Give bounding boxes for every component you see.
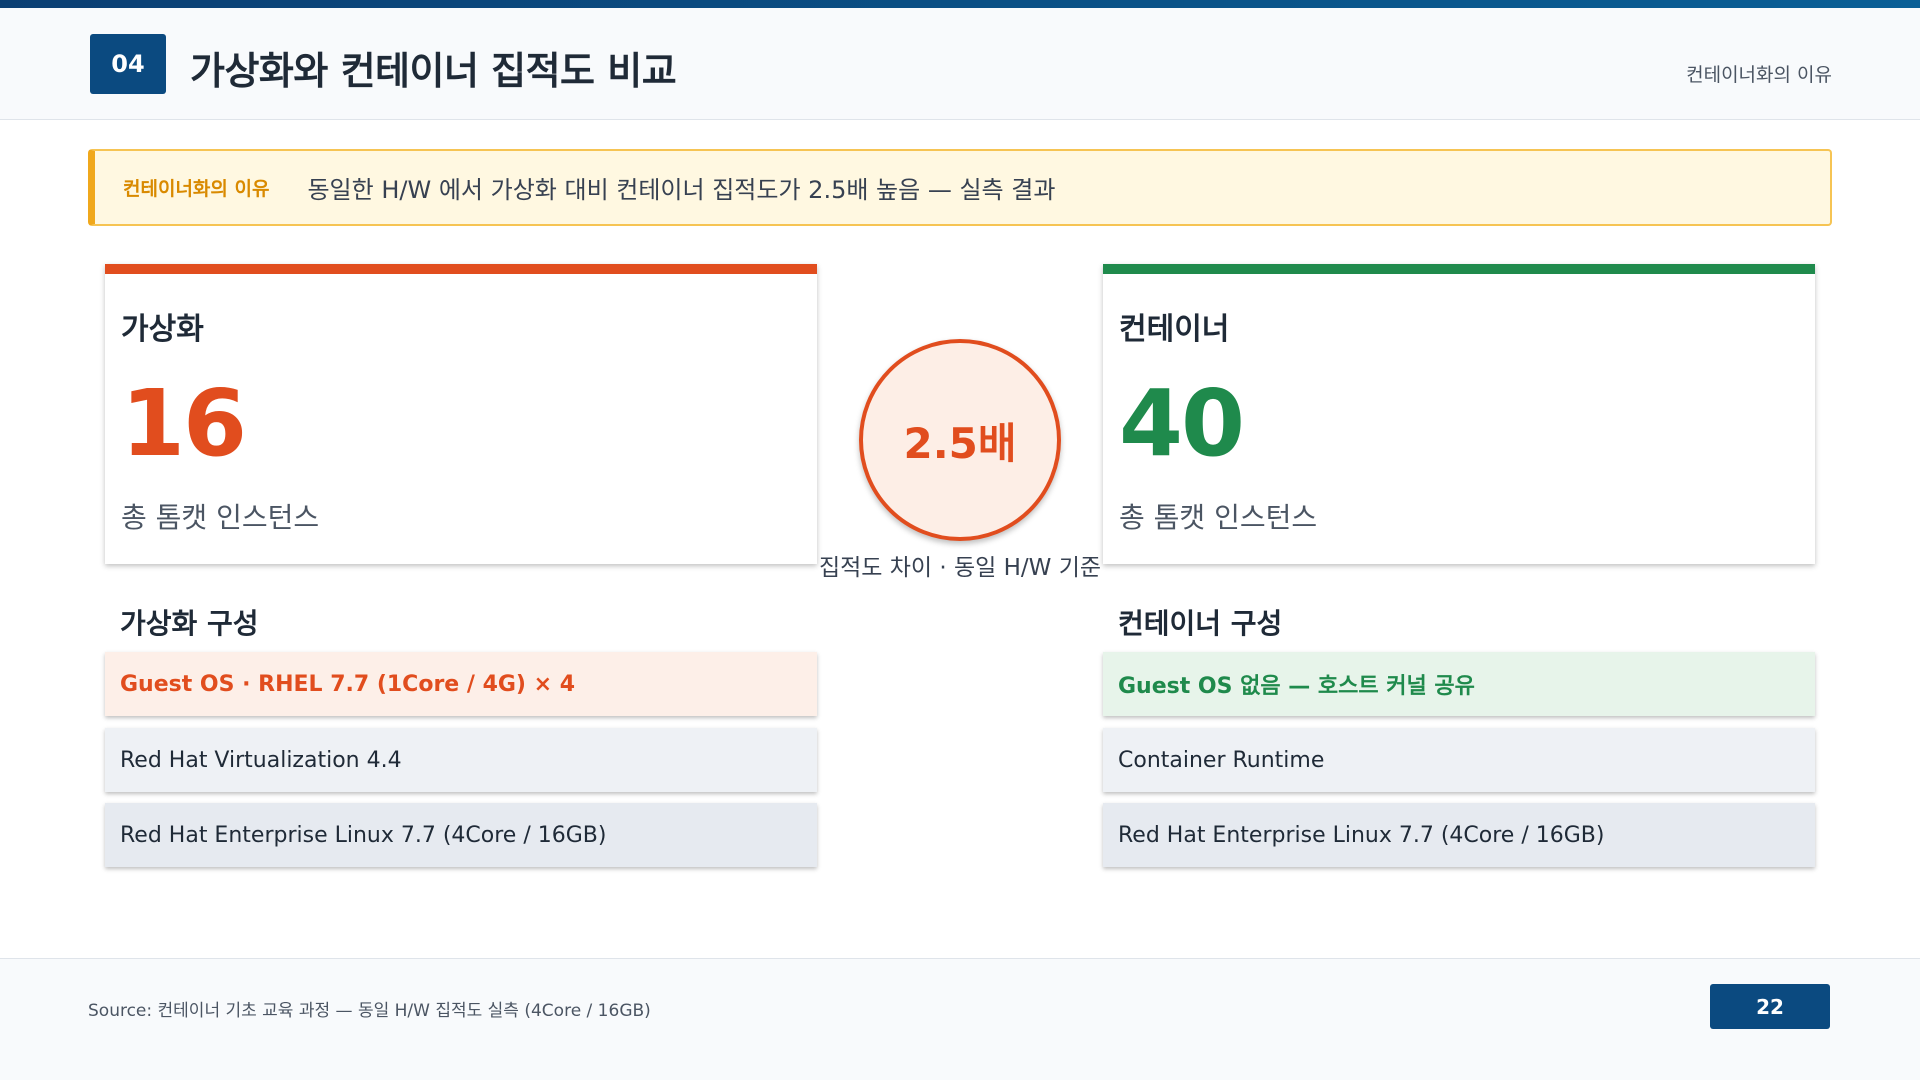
density-ratio-circle: 2.5배 [859,339,1061,541]
callout-text: 동일한 H/W 에서 가상화 대비 컨테이너 집적도가 2.5배 높음 — 실측… [307,176,1056,204]
slide-header: 04 가상화와 컨테이너 집적도 비교 컨테이너화의 이유 [0,8,1920,120]
slide-footer: Source: 컨테이너 기초 교육 과정 — 동일 H/W 집적도 실측 (4… [0,958,1920,1080]
page-title: 가상화와 컨테이너 집적도 비교 [190,49,677,93]
section-number-badge: 04 [90,34,166,94]
density-ratio-caption: 집적도 차이 · 동일 H/W 기준 [818,555,1102,581]
virtualization-instance-label: 총 톰캣 인스턴스 [121,501,320,534]
container-layer-guest-os: Guest OS 없음 — 호스트 커널 공유 [1103,652,1815,716]
footer-source: Source: 컨테이너 기초 교육 과정 — 동일 H/W 집적도 실측 (4… [88,1001,651,1021]
virtualization-card: 가상화 16 총 톰캣 인스턴스 [105,264,817,564]
header-topic: 컨테이너화의 이유 [1686,64,1832,86]
container-card: 컨테이너 40 총 톰캣 인스턴스 [1103,264,1815,564]
virtualization-layer-guest-os: Guest OS · RHEL 7.7 (1Core / 4G) × 4 [105,652,817,716]
virtualization-instance-count: 16 [121,370,247,477]
container-instance-count: 40 [1119,370,1245,477]
page-number-badge: 22 [1710,984,1830,1029]
virtualization-stack-title: 가상화 구성 [120,607,259,640]
virtualization-layer-host-os: Red Hat Enterprise Linux 7.7 (4Core / 16… [105,803,817,867]
container-card-title: 컨테이너 [1119,312,1230,347]
density-ratio-value: 2.5배 [903,418,1017,468]
key-message-callout: 컨테이너화의 이유 동일한 H/W 에서 가상화 대비 컨테이너 집적도가 2.… [88,149,1832,226]
container-stack-title: 컨테이너 구성 [1118,607,1283,640]
virtualization-card-title: 가상화 [121,312,204,347]
top-accent-bar [0,0,1920,8]
container-instance-label: 총 톰캣 인스턴스 [1119,501,1318,534]
virtualization-layer-hypervisor: Red Hat Virtualization 4.4 [105,728,817,792]
callout-label: 컨테이너화의 이유 [123,178,270,200]
container-layer-host-os: Red Hat Enterprise Linux 7.7 (4Core / 16… [1103,803,1815,867]
container-layer-runtime: Container Runtime [1103,728,1815,792]
